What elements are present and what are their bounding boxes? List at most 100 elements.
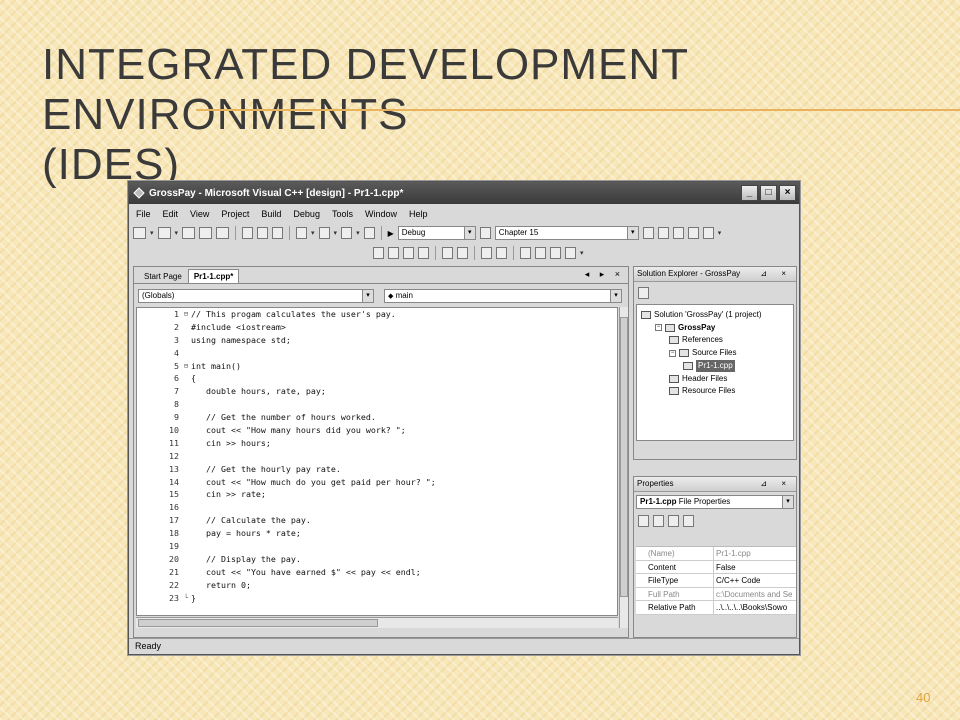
fold-marker[interactable] <box>181 411 191 424</box>
property-value[interactable]: C/C++ Code <box>714 574 796 587</box>
fold-marker[interactable] <box>181 501 191 514</box>
property-row[interactable]: (Name) Pr1-1.cpp <box>636 547 796 561</box>
code-line[interactable]: 9 // Get the number of hours worked. <box>137 411 617 424</box>
fold-marker[interactable] <box>181 540 191 553</box>
previous-bookmark-icon[interactable] <box>550 247 561 259</box>
tree-item[interactable]: Solution 'GrossPay' (1 project) <box>641 309 762 321</box>
chevron-down-icon[interactable]: ▾ <box>463 227 475 239</box>
clear-bookmarks-icon[interactable] <box>565 247 576 259</box>
uncomment-icon[interactable] <box>496 247 507 259</box>
tree-item[interactable]: − Source Files <box>669 347 736 359</box>
code-line[interactable]: 3 using namespace std; <box>137 334 617 347</box>
menu-file[interactable]: File <box>135 208 152 220</box>
fold-marker[interactable] <box>181 424 191 437</box>
complete-word-icon[interactable] <box>418 247 429 259</box>
code-line[interactable]: 2 #include <iostream> <box>137 321 617 334</box>
property-pages-icon[interactable] <box>683 515 694 527</box>
property-row[interactable]: Full Path c:\Documents and Se <box>636 587 796 601</box>
code-line[interactable]: 19 <box>137 540 617 553</box>
show-properties-icon[interactable] <box>638 287 649 299</box>
solution-config-select[interactable]: Debug ▾ <box>397 226 476 240</box>
horizontal-scrollbar[interactable] <box>136 617 618 628</box>
scope-select[interactable]: (Globals) ▾ <box>138 289 374 303</box>
fold-marker[interactable] <box>181 450 191 463</box>
object-members-icon[interactable] <box>373 247 384 259</box>
property-value[interactable]: ..\..\..\..\Books\Sowo <box>714 601 796 614</box>
code-line[interactable]: 6{ <box>137 372 617 385</box>
fold-marker[interactable] <box>181 514 191 527</box>
outdent-icon[interactable] <box>442 247 453 259</box>
code-line[interactable]: 4 <box>137 347 617 360</box>
scrollbar-thumb[interactable] <box>138 619 378 627</box>
properties-object-select[interactable]: Pr1-1.cpp File Properties ▾ <box>636 495 794 509</box>
code-line[interactable]: 20 // Display the pay. <box>137 553 617 566</box>
class-view-icon[interactable] <box>702 227 714 239</box>
solution-explorer-header[interactable]: Solution Explorer - GrossPay ⊿ × <box>634 267 796 282</box>
close-button[interactable]: × <box>779 185 796 201</box>
tree-item[interactable]: − GrossPay <box>655 322 715 334</box>
property-row[interactable]: FileType C/C++ Code <box>636 574 796 588</box>
cut-icon[interactable] <box>242 227 254 239</box>
fold-marker[interactable] <box>181 372 191 385</box>
menu-help[interactable]: Help <box>408 208 429 220</box>
navigate-back-icon[interactable] <box>341 227 353 239</box>
properties-window-icon[interactable] <box>657 227 669 239</box>
properties-header[interactable]: Properties ⊿ × <box>634 477 796 492</box>
categorized-icon[interactable] <box>638 515 649 527</box>
code-line[interactable]: 17 // Calculate the pay. <box>137 514 617 527</box>
code-line[interactable]: 11 cin >> hours; <box>137 437 617 450</box>
chevron-down-icon[interactable]: ▾ <box>311 229 315 237</box>
navigate-forward-icon[interactable] <box>363 227 375 239</box>
chevron-down-icon[interactable]: ▾ <box>718 229 722 237</box>
chevron-down-icon[interactable]: ▾ <box>150 229 154 237</box>
property-value[interactable]: Pr1-1.cpp <box>714 547 796 560</box>
property-row[interactable]: Content False <box>636 560 796 574</box>
save-all-icon[interactable] <box>216 227 230 239</box>
collapse-icon[interactable]: − <box>655 324 662 332</box>
fold-marker[interactable]: └ <box>181 592 191 605</box>
code-line[interactable]: 14 cout << "How much do you get paid per… <box>137 476 617 489</box>
code-line[interactable]: 5 ⊟ int main() <box>137 360 617 373</box>
fold-marker[interactable]: ⊟ <box>181 360 191 373</box>
fold-marker[interactable] <box>181 334 191 347</box>
find-combo[interactable]: Chapter 15 ▾ <box>494 226 639 240</box>
chevron-down-icon[interactable]: ▾ <box>610 290 621 302</box>
code-line[interactable]: 18 pay = hours * rate; <box>137 527 617 540</box>
new-project-icon[interactable] <box>133 227 146 239</box>
menu-debug[interactable]: Debug <box>292 208 321 220</box>
chevron-down-icon[interactable]: ▾ <box>580 249 584 257</box>
chevron-down-icon[interactable]: ▾ <box>362 290 373 302</box>
fold-marker[interactable] <box>181 476 191 489</box>
tree-item[interactable]: References <box>669 334 723 346</box>
menu-tools[interactable]: Tools <box>331 208 354 220</box>
copy-icon[interactable] <box>257 227 269 239</box>
code-line[interactable]: 12 <box>137 450 617 463</box>
member-select[interactable]: ◆ main ▾ <box>384 289 622 303</box>
chevron-down-icon[interactable]: ▾ <box>175 229 179 237</box>
redo-icon[interactable] <box>318 227 330 239</box>
menu-edit[interactable]: Edit <box>162 208 180 220</box>
property-value[interactable]: c:\Documents and Se <box>714 587 796 600</box>
next-bookmark-icon[interactable] <box>535 247 546 259</box>
save-icon[interactable] <box>199 227 213 239</box>
maximize-button[interactable]: □ <box>760 185 777 201</box>
indent-icon[interactable] <box>457 247 468 259</box>
window-titlebar[interactable]: GrossPay - Microsoft Visual C++ [design]… <box>129 182 799 204</box>
code-line[interactable]: 16 <box>137 501 617 514</box>
code-line[interactable]: 10 cout << "How many hours did you work?… <box>137 424 617 437</box>
code-line[interactable]: 13 // Get the hourly pay rate. <box>137 463 617 476</box>
open-file-icon[interactable] <box>182 227 196 239</box>
fold-marker[interactable] <box>181 566 191 579</box>
object-browser-icon[interactable] <box>672 227 684 239</box>
fold-marker[interactable] <box>181 347 191 360</box>
chevron-down-icon[interactable]: ▾ <box>782 496 793 508</box>
code-line[interactable]: 8 <box>137 398 617 411</box>
comment-icon[interactable] <box>481 247 492 259</box>
fold-marker[interactable] <box>181 398 191 411</box>
tree-item[interactable]: Pr1-1.cpp <box>683 359 735 372</box>
fold-marker[interactable] <box>181 437 191 450</box>
code-line[interactable]: 22 return 0; <box>137 579 617 592</box>
fold-marker[interactable] <box>181 463 191 476</box>
code-line[interactable]: 15 cin >> rate; <box>137 488 617 501</box>
code-editor[interactable]: 1 ⊟// This progam calculates the user's p… <box>136 307 618 616</box>
